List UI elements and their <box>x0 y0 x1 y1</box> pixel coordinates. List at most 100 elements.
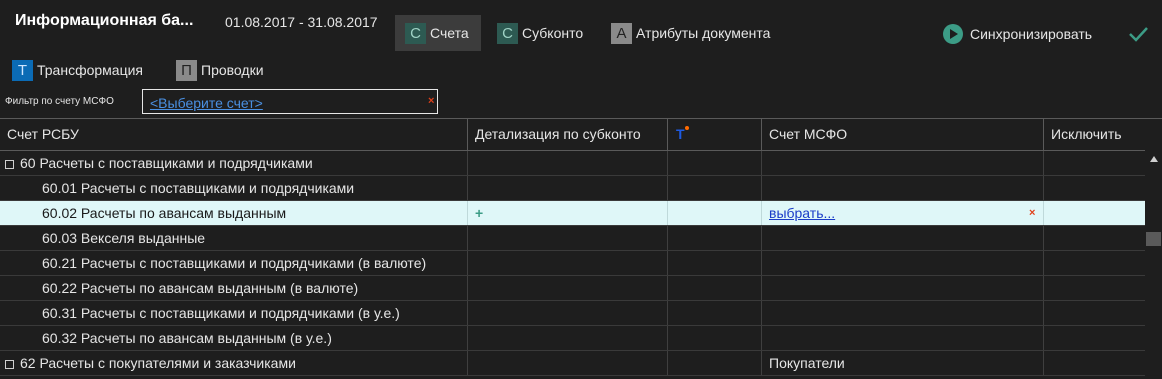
cell-account-rsbu[interactable]: 60.02 Расчеты по авансам выданным <box>0 201 468 225</box>
table-row[interactable]: 60.21 Расчеты с поставщиками и подрядчик… <box>0 251 1145 276</box>
cell-exclude[interactable] <box>1044 326 1145 350</box>
sync-label: Синхронизировать <box>970 26 1093 42</box>
table-row[interactable]: 60 Расчеты с поставщиками и подрядчиками <box>0 151 1145 176</box>
cell-account-msfo[interactable] <box>762 276 1044 300</box>
cell-subconto-detail[interactable] <box>468 151 668 175</box>
cell-transform[interactable] <box>668 226 762 250</box>
column-header-rsbu[interactable]: Счет РСБУ <box>0 119 468 150</box>
account-label: 62 Расчеты с покупателями и заказчиками <box>20 355 296 371</box>
table-row[interactable]: 60.32 Расчеты по авансам выданным (в у.е… <box>0 326 1145 351</box>
filter-label: Фильтр по счету МСФО <box>5 96 114 107</box>
scroll-up-icon[interactable] <box>1150 156 1158 162</box>
cell-subconto-detail[interactable]: + <box>468 201 668 225</box>
checkmark-icon[interactable] <box>1127 23 1149 45</box>
account-label: 60.03 Векселя выданные <box>42 230 206 246</box>
account-label: 60.21 Расчеты с поставщиками и подрядчик… <box>42 255 427 271</box>
cell-account-rsbu[interactable]: 60.21 Расчеты с поставщиками и подрядчик… <box>0 251 468 275</box>
cell-account-rsbu[interactable]: 60.31 Расчеты с поставщиками и подрядчик… <box>0 301 468 325</box>
postings-letter-icon: П <box>176 59 197 81</box>
period-range[interactable]: 01.08.2017 - 31.08.2017 <box>225 14 378 30</box>
cell-subconto-detail[interactable] <box>468 351 668 375</box>
cell-account-rsbu[interactable]: 60.22 Расчеты по авансам выданным (в вал… <box>0 276 468 300</box>
clear-msfo-icon[interactable]: × <box>1029 201 1035 225</box>
accounts-grid: Счет РСБУ Детализация по субконто T Счет… <box>0 118 1162 379</box>
table-row[interactable]: 62 Расчеты с покупателями и заказчиками П… <box>0 351 1145 376</box>
cell-account-msfo[interactable] <box>762 301 1044 325</box>
cell-account-rsbu[interactable]: 60 Расчеты с поставщиками и подрядчиками <box>0 151 468 175</box>
cell-exclude[interactable] <box>1044 251 1145 275</box>
cell-account-msfo[interactable] <box>762 176 1044 200</box>
cell-exclude[interactable] <box>1044 351 1145 375</box>
cell-transform[interactable] <box>668 276 762 300</box>
cell-exclude[interactable] <box>1044 151 1145 175</box>
attributes-letter-icon: А <box>611 22 632 44</box>
choose-msfo-link[interactable]: выбрать... <box>769 205 835 221</box>
cell-account-msfo[interactable]: Покупатели <box>762 351 1044 375</box>
cell-transform[interactable] <box>668 251 762 275</box>
cell-subconto-detail[interactable] <box>468 301 668 325</box>
cell-exclude[interactable] <box>1044 226 1145 250</box>
tab-postings-label: Проводки <box>201 62 264 78</box>
tab-document-attributes[interactable]: А Атрибуты документа <box>611 15 770 51</box>
cell-account-rsbu[interactable]: 60.32 Расчеты по авансам выданным (в у.е… <box>0 326 468 350</box>
sync-button[interactable]: Синхронизировать <box>943 24 1092 44</box>
cell-account-rsbu[interactable]: 62 Расчеты с покупателями и заказчиками <box>0 351 468 375</box>
cell-account-msfo[interactable]: выбрать... × <box>762 201 1044 225</box>
cell-exclude[interactable] <box>1044 276 1145 300</box>
transformation-letter-icon: Т <box>12 59 33 81</box>
column-header-subconto-detail[interactable]: Детализация по субконто <box>468 119 668 150</box>
cell-exclude[interactable] <box>1044 301 1145 325</box>
cell-transform[interactable] <box>668 201 762 225</box>
page-title: Информационная ба... <box>15 12 194 29</box>
account-label: 60.32 Расчеты по авансам выданным (в у.е… <box>42 330 332 346</box>
msfo-filter-field[interactable]: <Выберите счет> × <box>142 89 438 114</box>
account-label: 60.01 Расчеты с поставщиками и подрядчик… <box>42 180 355 196</box>
cell-account-msfo[interactable] <box>762 251 1044 275</box>
tab-postings[interactable]: П Проводки <box>176 52 264 88</box>
transform-t-icon: T <box>676 126 685 142</box>
play-icon <box>943 24 963 44</box>
account-label: 60 Расчеты с поставщиками и подрядчиками <box>20 155 313 171</box>
table-row[interactable]: 60.03 Векселя выданные <box>0 226 1145 251</box>
table-row[interactable]: 60.31 Расчеты с поставщиками и подрядчик… <box>0 301 1145 326</box>
table-row[interactable]: 60.02 Расчеты по авансам выданным + выбрат… <box>0 201 1145 226</box>
cell-transform[interactable] <box>668 176 762 200</box>
table-row[interactable]: 60.22 Расчеты по авансам выданным (в вал… <box>0 276 1145 301</box>
expand-collapse-icon[interactable] <box>5 360 14 369</box>
column-header-msfo[interactable]: Счет МСФО <box>762 119 1044 150</box>
cell-account-msfo[interactable] <box>762 226 1044 250</box>
scroll-thumb[interactable] <box>1146 232 1161 246</box>
cell-subconto-detail[interactable] <box>468 176 668 200</box>
tab-accounts[interactable]: С Счета <box>395 15 481 51</box>
column-header-exclude[interactable]: Исключить <box>1044 119 1145 150</box>
msfo-account-label: Покупатели <box>769 355 845 371</box>
expand-collapse-icon[interactable] <box>5 160 14 169</box>
cell-transform[interactable] <box>668 151 762 175</box>
cell-account-msfo[interactable] <box>762 151 1044 175</box>
cell-subconto-detail[interactable] <box>468 276 668 300</box>
tab-transformation-label: Трансформация <box>37 62 143 78</box>
cell-account-msfo[interactable] <box>762 326 1044 350</box>
accounts-letter-icon: С <box>405 22 426 44</box>
tab-transformation[interactable]: Т Трансформация <box>12 52 143 88</box>
add-detail-icon[interactable]: + <box>475 205 483 221</box>
cell-transform[interactable] <box>668 351 762 375</box>
tab-accounts-label: Счета <box>430 25 469 41</box>
cell-account-rsbu[interactable]: 60.01 Расчеты с поставщиками и подрядчик… <box>0 176 468 200</box>
cell-transform[interactable] <box>668 301 762 325</box>
cell-account-rsbu[interactable]: 60.03 Векселя выданные <box>0 226 468 250</box>
cell-transform[interactable] <box>668 326 762 350</box>
vertical-scrollbar[interactable] <box>1145 150 1162 379</box>
cell-subconto-detail[interactable] <box>468 251 668 275</box>
cell-subconto-detail[interactable] <box>468 226 668 250</box>
account-label: 60.31 Расчеты с поставщиками и подрядчик… <box>42 305 400 321</box>
cell-exclude[interactable] <box>1044 176 1145 200</box>
table-row[interactable]: 60.01 Расчеты с поставщиками и подрядчик… <box>0 176 1145 201</box>
select-account-link[interactable]: <Выберите счет> <box>150 95 263 111</box>
column-header-transform[interactable]: T <box>668 119 762 150</box>
cell-exclude[interactable] <box>1044 201 1145 225</box>
clear-filter-icon[interactable]: × <box>428 95 434 107</box>
account-label: 60.22 Расчеты по авансам выданным (в вал… <box>42 280 359 296</box>
tab-subconto[interactable]: С Субконто <box>497 15 583 51</box>
cell-subconto-detail[interactable] <box>468 326 668 350</box>
